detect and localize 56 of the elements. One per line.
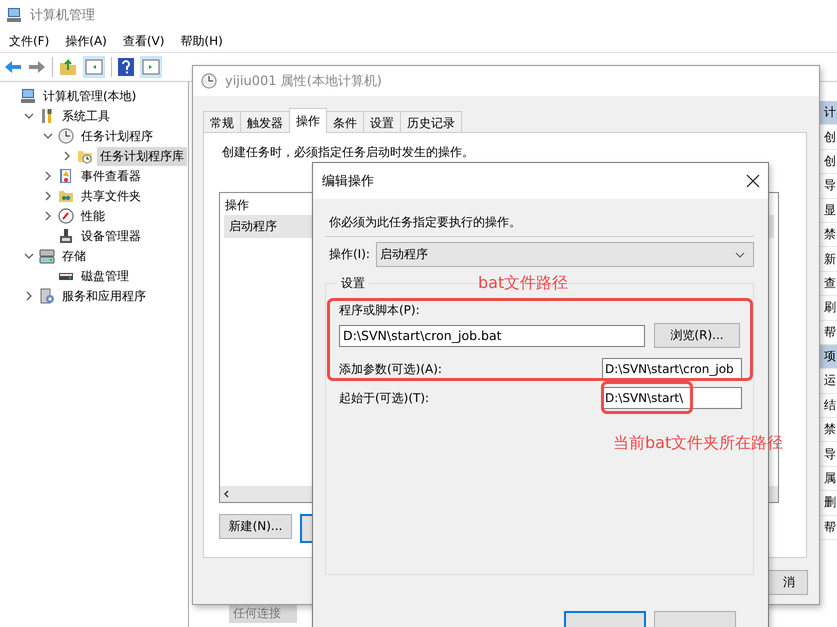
tree-item[interactable]: 共享文件夹 (78, 186, 144, 206)
close-icon[interactable] (746, 174, 760, 188)
storage-icon (39, 248, 55, 264)
action-pane-icon[interactable] (140, 56, 162, 78)
tree-item[interactable]: 磁盘管理 (78, 266, 132, 286)
group-label: 设置 (340, 275, 366, 292)
clock-icon (201, 73, 217, 89)
tab[interactable]: 操作 (289, 108, 327, 133)
tree-item[interactable]: 计算机管理(本地) (40, 86, 140, 106)
folder-clock-icon (77, 148, 93, 164)
menu-item[interactable]: 帮助(H) (173, 30, 230, 52)
program-field[interactable]: D:\SVN\start\cron_job.bat (339, 324, 645, 346)
browse-button[interactable]: 浏览(R)... (654, 323, 740, 348)
tree-item[interactable]: 系统工具 (59, 106, 113, 126)
services-icon (39, 288, 55, 304)
forward-arrow-icon[interactable] (28, 60, 46, 74)
tab[interactable]: 常规 (203, 111, 241, 132)
back-arrow-icon[interactable] (4, 60, 22, 74)
arguments-field[interactable]: D:\SVN\start\cron_job (602, 358, 742, 380)
field-label: 添加参数(可选)(A): (339, 360, 442, 378)
clock-icon (58, 128, 74, 144)
tree-item[interactable]: 性能 (78, 206, 108, 226)
folder-up-icon[interactable] (59, 58, 77, 76)
device-icon (58, 228, 74, 244)
menu-item[interactable]: 文件(F) (2, 30, 56, 52)
computer-icon (6, 7, 22, 23)
tree-item[interactable]: 任务计划程序 (78, 126, 156, 146)
start-in-field[interactable]: D:\SVN\start\ (602, 387, 742, 409)
tree-item[interactable]: 服务和应用程序 (59, 286, 149, 306)
dialog-title: yijiu001 属性(本地计算机) (225, 73, 382, 90)
field-label: 程序或脚本(P): (339, 302, 421, 319)
event-log-icon (58, 168, 74, 184)
performance-icon (58, 208, 74, 224)
tab[interactable]: 历史记录 (400, 111, 462, 132)
tree-item[interactable]: 事件查看器 (78, 166, 144, 186)
menu-item[interactable]: 操作(A) (58, 30, 114, 52)
tab[interactable]: 触发器 (240, 111, 290, 132)
annotation-text: bat文件路径 (478, 273, 568, 294)
caret-icon (735, 252, 745, 258)
computer-icon (20, 88, 36, 104)
field-label: 起始于(可选)(T): (339, 390, 430, 406)
window-title: 计算机管理 (30, 7, 95, 24)
pane-toggle-icon[interactable] (83, 56, 105, 78)
action-dropdown[interactable]: 启动程序 (376, 242, 754, 267)
description-text: 创建任务时，必须指定任务启动时发生的操作。 (222, 144, 475, 161)
tree-item[interactable]: 设备管理器 (78, 226, 144, 246)
instruction-text: 你必须为此任务指定要执行的操作。 (328, 214, 522, 231)
tab[interactable]: 条件 (326, 111, 364, 132)
tree-item[interactable]: 任务计划程序库 (97, 146, 187, 166)
field-label: 操作(I): (329, 246, 370, 263)
new-button[interactable]: 新建(N)... (219, 514, 292, 539)
tree-item[interactable]: 存储 (59, 246, 89, 266)
shared-folder-icon (58, 188, 74, 204)
menu-item[interactable]: 查看(V) (116, 30, 172, 52)
help-icon[interactable] (118, 58, 134, 76)
dialog-title: 编辑操作 (322, 173, 374, 190)
